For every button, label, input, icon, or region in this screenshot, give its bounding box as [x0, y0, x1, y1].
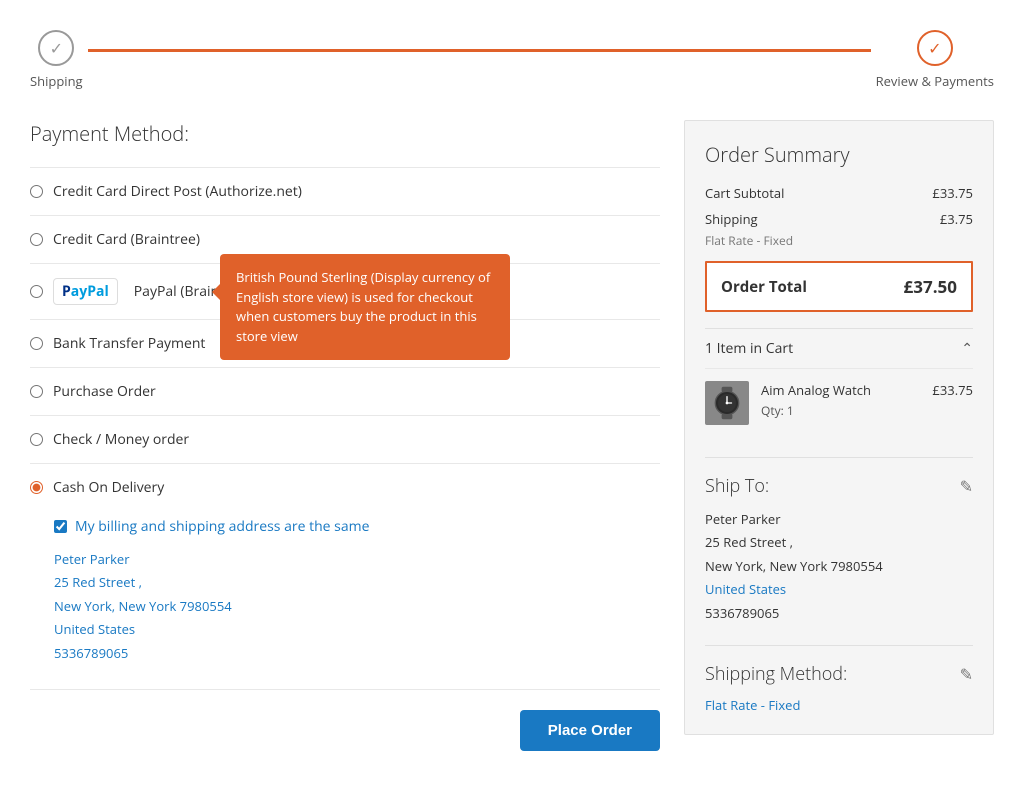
- shipping-label: Shipping: [705, 210, 758, 228]
- cart-subtotal-label: Cart Subtotal: [705, 184, 784, 202]
- payment-method-list: Credit Card Direct Post (Authorize.net) …: [30, 167, 660, 690]
- ship-to-section: Ship To: ✎ Peter Parker 25 Red Street , …: [705, 457, 973, 625]
- billing-same-label: My billing and shipping address are the …: [75, 517, 369, 536]
- order-total-value: £37.50: [904, 275, 957, 298]
- label-bank-transfer: Bank Transfer Payment: [53, 334, 205, 353]
- cart-item-row: Aim Analog Watch Qty: 1 £33.75: [705, 368, 973, 437]
- place-order-wrapper: Place Order: [30, 710, 660, 771]
- cart-item-image: [705, 381, 749, 425]
- step-line: [88, 49, 871, 52]
- currency-tooltip: British Pound Sterling (Display currency…: [220, 254, 510, 360]
- order-summary-title: Order Summary: [705, 141, 973, 168]
- paypal-p-light: ayPal: [71, 282, 109, 301]
- radio-paypal-braintree[interactable]: [30, 285, 43, 298]
- shipping-value: £3.75: [940, 210, 973, 228]
- right-panel: Order Summary Cart Subtotal £33.75 Shipp…: [684, 120, 994, 735]
- watch-icon: [709, 385, 745, 421]
- shipping-method-edit-icon[interactable]: ✎: [960, 663, 973, 685]
- ship-to-phone: 5336789065: [705, 602, 973, 625]
- radio-bank-transfer[interactable]: [30, 337, 43, 350]
- cart-subtotal-row: Cart Subtotal £33.75: [705, 184, 973, 202]
- shipping-method-title: Shipping Method:: [705, 662, 847, 686]
- ship-to-edit-icon[interactable]: ✎: [960, 475, 973, 497]
- shipping-method-header: Shipping Method: ✎: [705, 662, 973, 686]
- cod-address-line-2: 25 Red Street ,: [54, 571, 369, 594]
- order-total-label: Order Total: [721, 277, 807, 297]
- place-order-button[interactable]: Place Order: [520, 710, 660, 751]
- label-cod: Cash On Delivery: [53, 478, 164, 497]
- ship-to-address2: New York, New York 7980554: [705, 555, 973, 578]
- payment-item-cod: Cash On Delivery My billing and shipping…: [30, 464, 660, 690]
- paypal-p-blue: P: [62, 282, 71, 301]
- page-wrapper: ✓ Shipping ✓ Review & Payments Payment M…: [0, 0, 1024, 791]
- radio-check-money[interactable]: [30, 433, 43, 446]
- progress-steps: ✓ Shipping ✓ Review & Payments: [30, 20, 994, 90]
- shipping-method-row: Flat Rate - Fixed: [705, 232, 973, 249]
- radio-credit-card-braintree[interactable]: [30, 233, 43, 246]
- cod-address-line-4: United States: [54, 618, 369, 641]
- step-shipping: ✓ Shipping: [30, 30, 83, 90]
- shipping-method-section: Shipping Method: ✎ Flat Rate - Fixed: [705, 645, 973, 714]
- ship-to-name: Peter Parker: [705, 508, 973, 531]
- cart-item-name: Aim Analog Watch: [761, 381, 920, 399]
- radio-purchase-order[interactable]: [30, 385, 43, 398]
- payment-item-check-money: Check / Money order: [30, 416, 660, 464]
- step-review-label: Review & Payments: [876, 72, 994, 90]
- cod-address: Peter Parker 25 Red Street , New York, N…: [54, 548, 369, 665]
- ship-to-header: Ship To: ✎: [705, 474, 973, 498]
- paypal-logo: PayPal: [53, 278, 118, 305]
- main-layout: Payment Method: Credit Card Direct Post …: [30, 120, 994, 771]
- ship-to-address1: 25 Red Street ,: [705, 531, 973, 554]
- ship-to-country: United States: [705, 578, 973, 601]
- shipping-row: Shipping £3.75: [705, 210, 973, 228]
- step-review-circle: ✓: [917, 30, 953, 66]
- step-review-payments: ✓ Review & Payments: [876, 30, 994, 90]
- radio-cod[interactable]: [30, 481, 43, 494]
- billing-same-checkbox[interactable]: [54, 520, 67, 533]
- step-shipping-circle: ✓: [38, 30, 74, 66]
- payment-item-paypal-braintree: PayPal PayPal (Braintree) British Pound …: [30, 264, 660, 320]
- cod-expanded: My billing and shipping address are the …: [30, 507, 369, 675]
- cart-item-price: £33.75: [932, 381, 973, 399]
- left-panel: Payment Method: Credit Card Direct Post …: [30, 120, 660, 771]
- payment-item-credit-card-direct: Credit Card Direct Post (Authorize.net): [30, 167, 660, 216]
- chevron-up-icon: ⌃: [961, 339, 973, 358]
- items-in-cart-label: 1 Item in Cart: [705, 339, 793, 358]
- label-check-money: Check / Money order: [53, 430, 189, 449]
- shipping-method-value: Flat Rate - Fixed: [705, 696, 973, 714]
- cod-address-line-3: New York, New York 7980554: [54, 595, 369, 618]
- label-purchase-order: Purchase Order: [53, 382, 156, 401]
- cod-address-line-5: 5336789065: [54, 642, 369, 665]
- cart-subtotal-value: £33.75: [932, 184, 973, 202]
- step-shipping-label: Shipping: [30, 72, 83, 90]
- order-total-box: Order Total £37.50: [705, 261, 973, 312]
- payment-method-title: Payment Method:: [30, 120, 660, 147]
- payment-item-purchase-order: Purchase Order: [30, 368, 660, 416]
- cod-address-line-1: Peter Parker: [54, 548, 369, 571]
- label-credit-card-direct: Credit Card Direct Post (Authorize.net): [53, 182, 302, 201]
- cart-toggle[interactable]: 1 Item in Cart ⌃: [705, 328, 973, 368]
- ship-to-title: Ship To:: [705, 474, 769, 498]
- radio-credit-card-direct[interactable]: [30, 185, 43, 198]
- shipping-method-note: Flat Rate - Fixed: [705, 232, 793, 249]
- order-summary-box: Order Summary Cart Subtotal £33.75 Shipp…: [684, 120, 994, 735]
- ship-to-address: Peter Parker 25 Red Street , New York, N…: [705, 508, 973, 625]
- cart-item-details: Aim Analog Watch Qty: 1: [761, 381, 920, 419]
- billing-same-row: My billing and shipping address are the …: [54, 517, 369, 536]
- label-credit-card-braintree: Credit Card (Braintree): [53, 230, 200, 249]
- cart-item-qty: Qty: 1: [761, 402, 920, 419]
